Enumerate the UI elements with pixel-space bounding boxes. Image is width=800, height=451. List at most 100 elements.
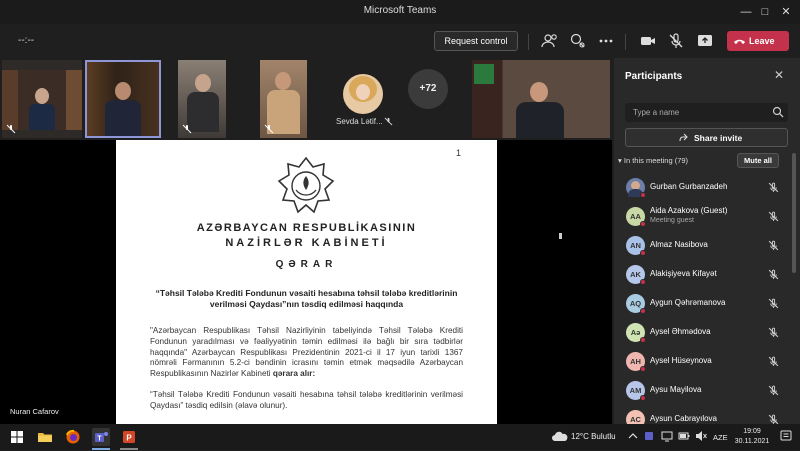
- microphone-muted-icon[interactable]: [768, 269, 779, 280]
- teams-icon[interactable]: T: [92, 428, 110, 446]
- leave-button[interactable]: Leave: [727, 31, 789, 51]
- share-screen-icon[interactable]: [694, 30, 716, 52]
- avatar: AA: [626, 207, 646, 227]
- input-language[interactable]: AZE: [713, 433, 728, 442]
- avatar-initials: Aə: [630, 328, 641, 337]
- weather-status[interactable]: 12°C Bulutlu: [571, 432, 616, 441]
- reactions-icon[interactable]: [567, 30, 589, 52]
- in-meeting-section-toggle[interactable]: ▾ In this meeting (79): [618, 156, 688, 165]
- shared-document: 1 AZƏRBAYCAN RESPUBLİKASININ NAZİRLƏR KA…: [116, 140, 497, 424]
- participant-row[interactable]: AQ Aygun Qəhrəmanova: [614, 289, 800, 318]
- microphone-muted-icon[interactable]: [768, 385, 779, 396]
- avatar-initials: AH: [630, 357, 641, 366]
- avatar[interactable]: [343, 74, 383, 114]
- share-invite-label: Share invite: [694, 133, 743, 143]
- document-heading-cabinet: NAZİRLƏR KABİNETİ: [225, 237, 388, 249]
- system-clock[interactable]: 19:09 30.11.2021: [732, 427, 772, 447]
- request-control-button[interactable]: Request control: [434, 31, 518, 51]
- svg-text:T: T: [97, 436, 102, 443]
- status-badge: [640, 308, 646, 314]
- window-title: Microsoft Teams: [363, 5, 437, 16]
- speaker-muted-icon[interactable]: [694, 429, 712, 447]
- document-paragraph-bold: qərara alır:: [272, 369, 316, 379]
- more-participants-bubble[interactable]: +72: [408, 69, 448, 109]
- more-options-icon[interactable]: [595, 30, 617, 52]
- search-icon: [772, 106, 784, 118]
- avatar-initials: AA: [630, 212, 641, 221]
- avatar-initials: AM: [629, 386, 642, 395]
- document-paragraph: "Azərbaycan Respublikası Təhsil Nazirliy…: [150, 326, 463, 380]
- network-icon[interactable]: [660, 429, 678, 447]
- windows-taskbar: T P 12°C Bulutlu AZE 19:09 30.11.2021: [0, 424, 800, 450]
- powerpoint-icon[interactable]: P: [120, 428, 138, 446]
- share-invite-button[interactable]: Share invite: [625, 128, 788, 147]
- window-titlebar: Microsoft Teams — □ ✕: [0, 0, 800, 24]
- participant-row[interactable]: AC Aysun Cabrayılova: [614, 405, 800, 424]
- search-placeholder: Type a name: [633, 108, 680, 117]
- microphone-muted-icon[interactable]: [768, 327, 779, 338]
- participant-row[interactable]: AN Almaz Nasibova: [614, 231, 800, 260]
- participant-row[interactable]: Gurban Gurbanzadeh: [614, 173, 800, 202]
- phone-hangup-icon: [734, 39, 745, 44]
- toolbar-divider: [528, 34, 529, 50]
- participant-row[interactable]: Aə Aysel Əhmədova: [614, 318, 800, 347]
- video-tile-active-speaker[interactable]: [85, 60, 161, 138]
- participant-row[interactable]: AA Aida Azakova (Guest) Meeting guest: [614, 202, 800, 231]
- microphone-muted-icon: [182, 124, 192, 134]
- maximize-icon[interactable]: □: [755, 3, 775, 21]
- avatar: AN: [626, 236, 646, 256]
- close-window-icon[interactable]: ✕: [776, 3, 796, 21]
- clock-time: 19:09: [743, 428, 761, 435]
- participant-name: Aygun Qəhrəmanova: [650, 298, 726, 307]
- avatar: AQ: [626, 294, 646, 314]
- camera-icon[interactable]: [637, 30, 659, 52]
- minimize-icon[interactable]: —: [736, 3, 756, 21]
- close-panel-icon[interactable]: ✕: [774, 68, 784, 82]
- document-paragraph: “Təhsil Tələbə Krediti Fondunun vəsaiti …: [150, 390, 463, 410]
- participant-row[interactable]: AM Aysu Mayilova: [614, 376, 800, 405]
- video-tile[interactable]: [260, 60, 307, 138]
- document-heading-republic: AZƏRBAYCAN RESPUBLİKASININ: [196, 222, 417, 234]
- avatar-initials: AQ: [629, 299, 642, 308]
- microphone-muted-icon[interactable]: [768, 182, 779, 193]
- video-tile[interactable]: [2, 60, 82, 138]
- participant-name: Aysun Cabrayılova: [650, 414, 717, 423]
- participant-name: Almaz Nasibova: [650, 240, 708, 249]
- avatar: Aə: [626, 323, 646, 343]
- microphone-muted-icon[interactable]: [768, 240, 779, 251]
- video-strip: [0, 60, 612, 140]
- participant-search-input[interactable]: Type a name: [625, 103, 788, 122]
- microphone-muted-icon[interactable]: [768, 298, 779, 309]
- avatar: AK: [626, 265, 646, 285]
- firefox-icon[interactable]: [64, 428, 82, 446]
- participant-row[interactable]: AK Alakişiyeva Kifayət: [614, 260, 800, 289]
- microphone-muted-icon[interactable]: [768, 414, 779, 424]
- participants-icon[interactable]: [539, 30, 561, 52]
- participant-name: Alakişiyeva Kifayət: [650, 269, 717, 278]
- participant-name: Aysu Mayilova: [650, 385, 702, 394]
- mute-all-button[interactable]: Mute all: [737, 153, 779, 168]
- participant-role: Meeting guest: [650, 217, 694, 224]
- presenter-name: Nuran Cafarov: [10, 407, 59, 416]
- participant-name-label: Sevda Lətif...: [336, 117, 383, 126]
- video-tile[interactable]: [472, 60, 610, 138]
- chevron-down-icon: ▾: [618, 156, 622, 165]
- microphone-muted-icon[interactable]: [665, 30, 687, 52]
- battery-icon[interactable]: [677, 429, 695, 447]
- avatar-initials: AN: [630, 241, 641, 250]
- microphone-muted-icon: [264, 124, 274, 134]
- windows-start-icon[interactable]: [8, 428, 26, 446]
- shared-screen-stage: 1 AZƏRBAYCAN RESPUBLİKASININ NAZİRLƏR KA…: [0, 140, 612, 424]
- microphone-muted-icon[interactable]: [768, 356, 779, 367]
- participant-name: Aida Azakova (Guest): [650, 206, 728, 215]
- file-explorer-icon[interactable]: [36, 428, 54, 446]
- microphone-muted-icon[interactable]: [768, 211, 779, 222]
- teams-tray-icon[interactable]: [643, 429, 661, 447]
- svg-text:P: P: [126, 434, 132, 443]
- notifications-icon[interactable]: [779, 429, 797, 447]
- document-heading-decision: QƏRAR: [275, 259, 338, 270]
- video-tile[interactable]: [178, 60, 226, 138]
- status-badge: [640, 395, 646, 401]
- participant-row[interactable]: AH Aysel Hüseynova: [614, 347, 800, 376]
- status-badge: [640, 279, 646, 285]
